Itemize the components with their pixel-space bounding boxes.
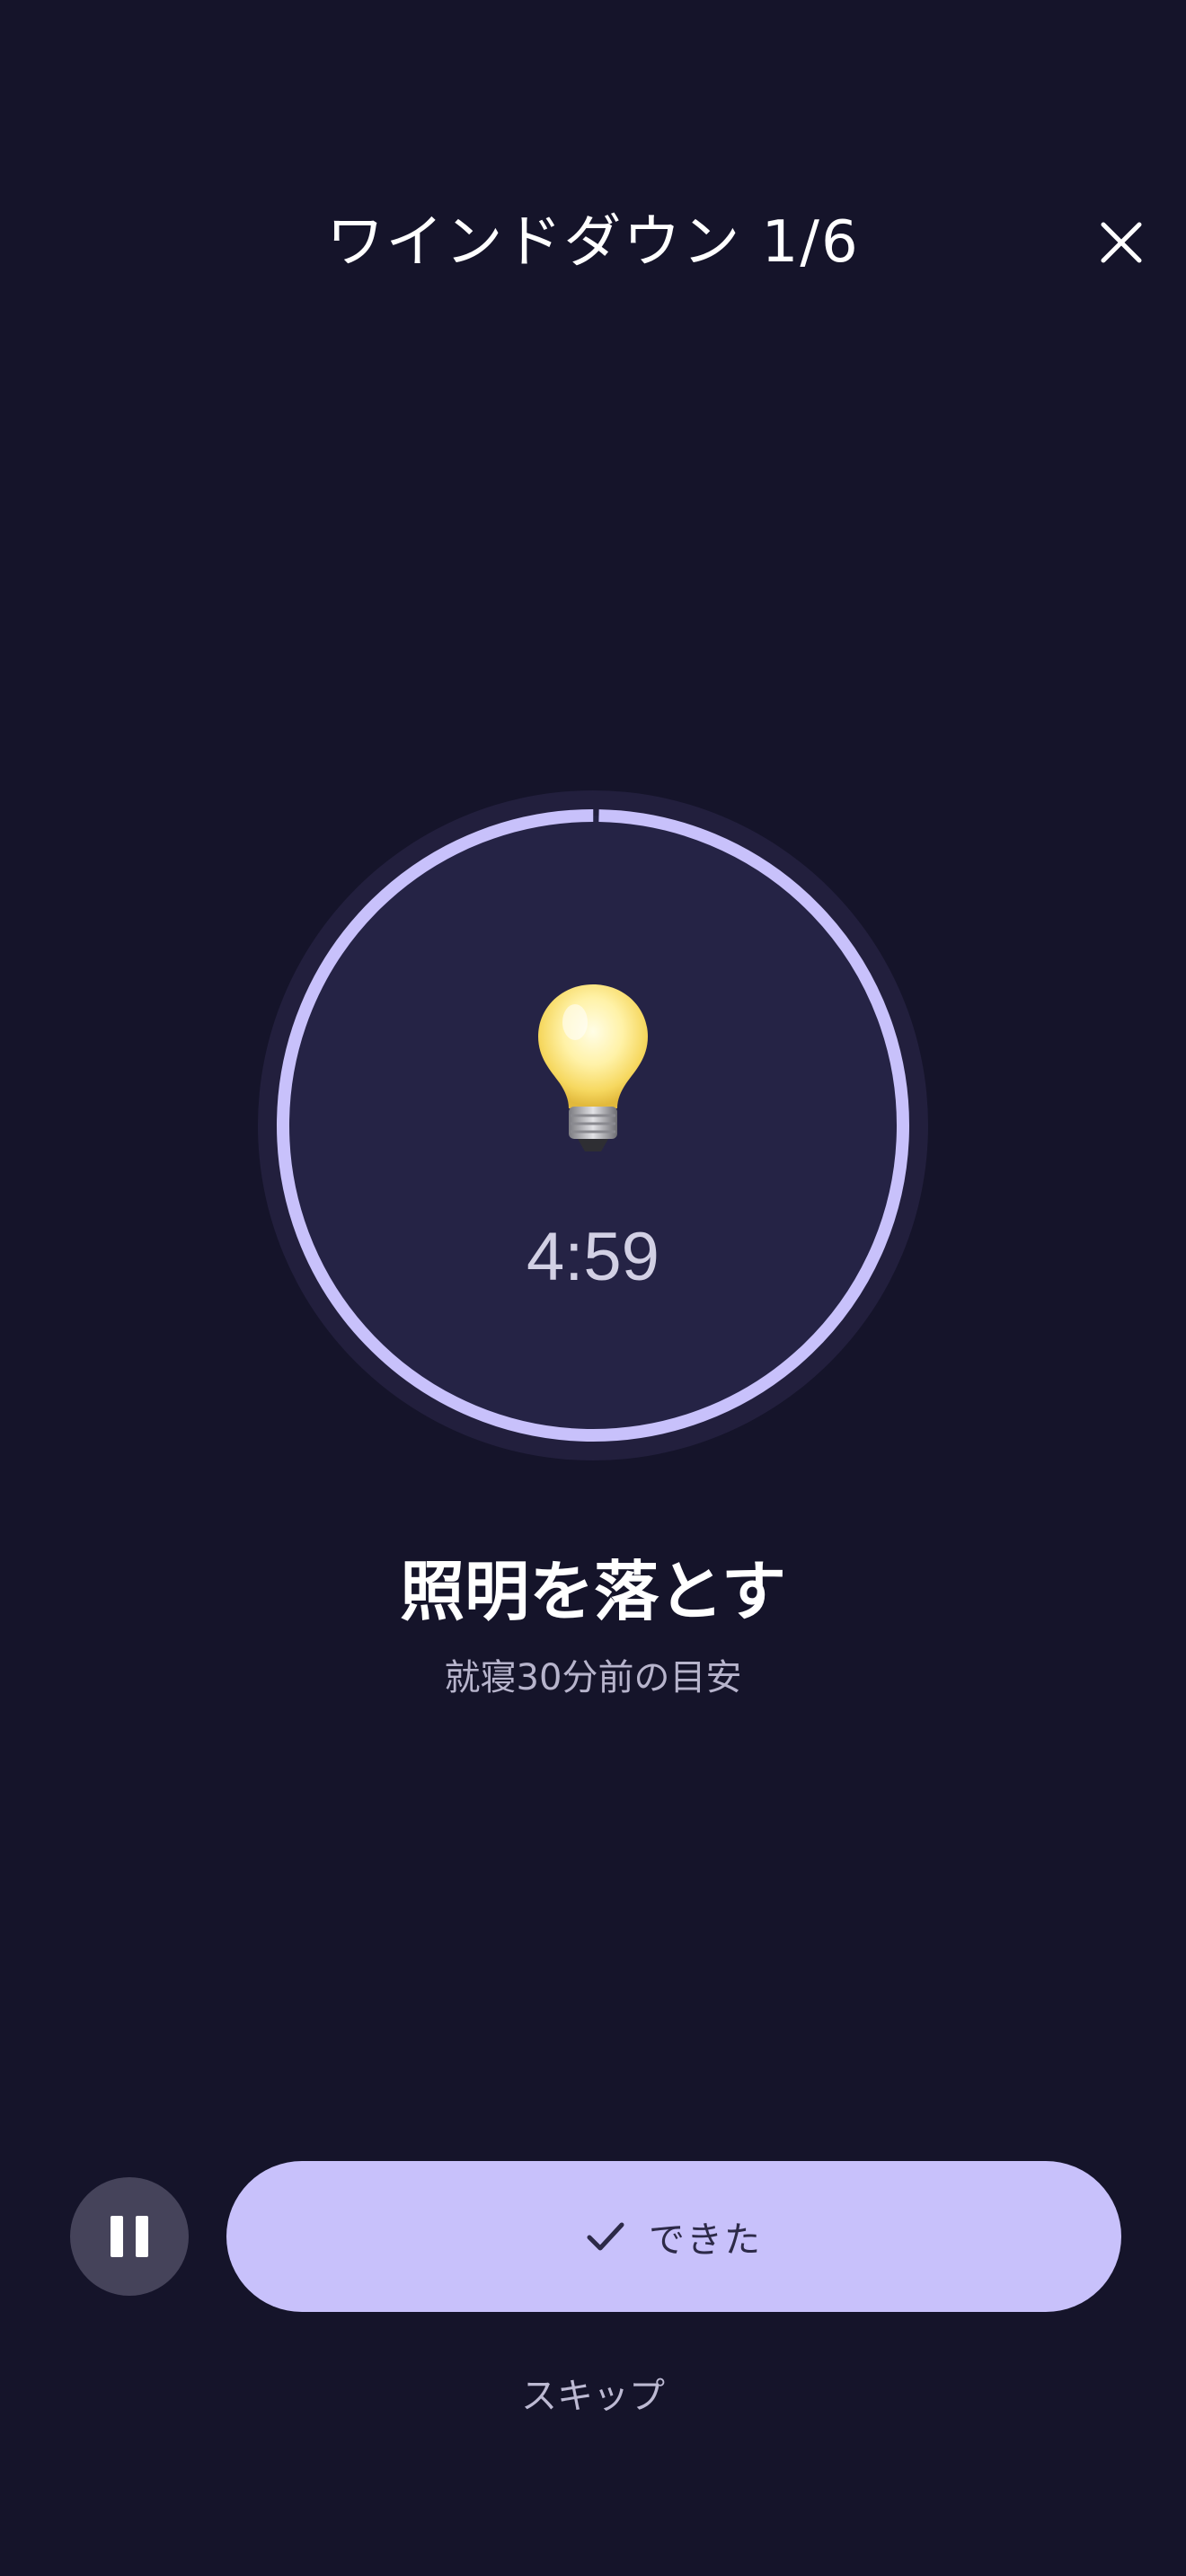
light-bulb-icon [535, 981, 651, 1155]
skip-link[interactable]: スキップ [0, 2369, 1186, 2423]
close-button[interactable] [1085, 207, 1157, 278]
page-title: ワインドダウン 1/6 [326, 209, 860, 276]
step-title: 照明を落とす [400, 1554, 786, 1629]
done-button-content: できた [586, 2210, 762, 2263]
done-button-label: できた [649, 2219, 762, 2261]
pause-button[interactable] [70, 2177, 189, 2296]
checkmark-icon [587, 2222, 624, 2251]
done-button[interactable]: できた [226, 2161, 1121, 2312]
pause-icon [111, 2216, 148, 2257]
timer-countdown: 4:59 [527, 1219, 659, 1295]
step-subtitle: 就寝30分前の目安 [444, 1657, 742, 1698]
close-icon [1101, 222, 1142, 263]
